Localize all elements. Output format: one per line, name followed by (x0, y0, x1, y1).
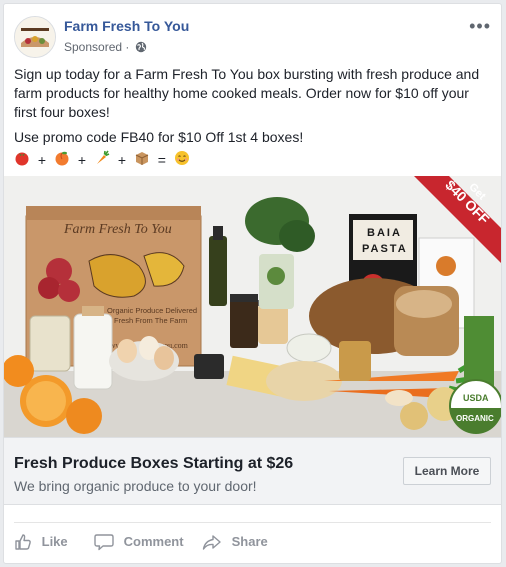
package-icon (134, 150, 150, 169)
promo-code-text: Use promo code FB40 for $10 Off 1st 4 bo… (14, 129, 304, 145)
comment-button[interactable]: Comment (94, 533, 184, 555)
box-tagline-2: Fresh From The Farm (114, 316, 187, 325)
tomato-icon (14, 150, 30, 169)
sponsored-post-card: Farm Fresh To You Sponsored · ••• Sign u… (3, 3, 502, 564)
smiling-face-icon (174, 150, 190, 169)
ad-image[interactable]: Farm Fresh To You Organic Produce Delive… (4, 176, 501, 437)
page-avatar[interactable] (14, 16, 56, 58)
carrot-icon (94, 150, 110, 169)
comment-bubble-icon (94, 534, 114, 551)
separator-dot: · (125, 40, 133, 54)
more-options-icon[interactable]: ••• (469, 16, 491, 37)
thumbs-up-icon (15, 534, 31, 550)
action-bar: Like Comment Share (14, 522, 491, 563)
plus-sign: + (77, 151, 87, 168)
box-tagline-1: Organic Produce Delivered (107, 306, 197, 315)
plus-sign: + (117, 151, 127, 168)
peach-icon (54, 150, 70, 169)
seal-organic: ORGANIC (456, 414, 494, 423)
page-name-link[interactable]: Farm Fresh To You (64, 18, 189, 34)
share-arrow-icon (202, 535, 221, 550)
emoji-equation: + + + = (14, 150, 190, 168)
produce-box-photo: Farm Fresh To You Organic Produce Delive… (4, 176, 501, 437)
link-description: We bring organic produce to your door! (14, 478, 257, 494)
learn-more-button[interactable]: Learn More (403, 457, 491, 485)
pasta-brand-1: BAIA (367, 227, 402, 239)
box-brand: Farm Fresh To You (63, 222, 172, 237)
share-label: Share (231, 534, 268, 549)
post-body-paragraph: Sign up today for a Farm Fresh To You bo… (14, 66, 480, 120)
like-button[interactable]: Like (14, 533, 68, 555)
like-label: Like (41, 534, 68, 549)
link-headline[interactable]: Fresh Produce Boxes Starting at $26 (14, 455, 293, 473)
sponsored-text: Sponsored (64, 40, 123, 54)
usda-organic-seal: USDA ORGANIC (449, 379, 501, 434)
post-body: Sign up today for a Farm Fresh To You bo… (14, 65, 491, 153)
globe-icon (135, 41, 146, 53)
plus-sign: + (37, 151, 47, 168)
farm-logo-icon (15, 17, 55, 57)
equals-sign: = (157, 151, 166, 168)
link-preview[interactable]: Fresh Produce Boxes Starting at $26 We b… (4, 437, 501, 505)
share-button[interactable]: Share (202, 533, 268, 555)
sponsored-label[interactable]: Sponsored · (64, 40, 147, 54)
comment-label: Comment (123, 534, 184, 549)
seal-usda: USDA (463, 393, 489, 403)
post-header: Farm Fresh To You Sponsored · ••• (14, 14, 491, 58)
pasta-brand-2: PASTA (362, 243, 408, 255)
